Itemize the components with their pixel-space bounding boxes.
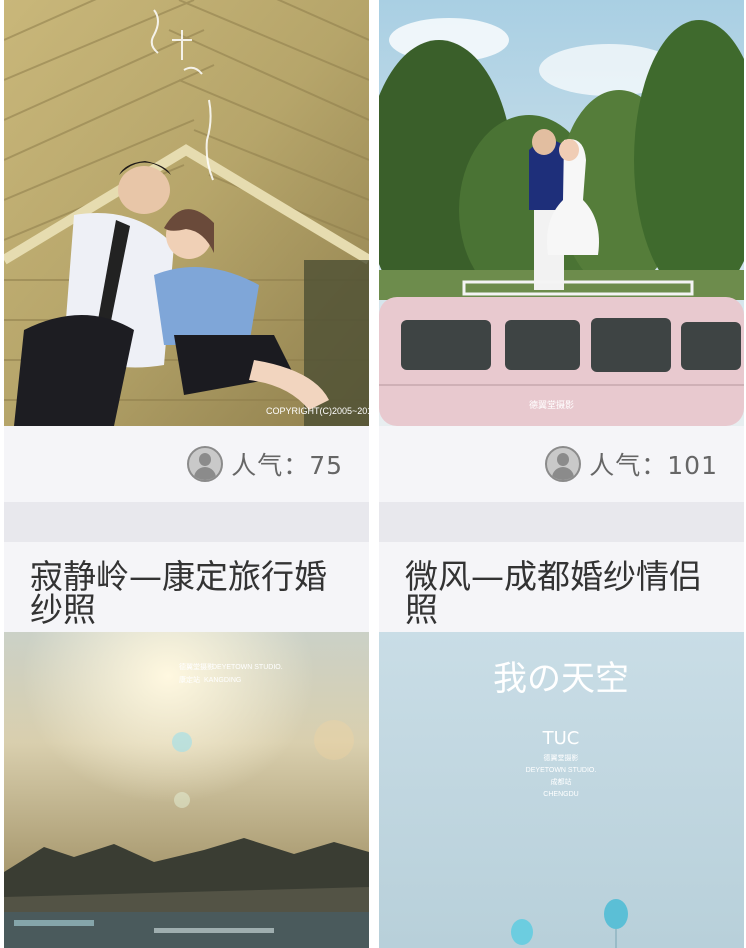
album-stats: 人气：75 (4, 426, 369, 502)
copyright-text: COPYRIGHT(C)2005~2019 (266, 406, 369, 416)
album-column-left: COPYRIGHT(C)2005~2019 人气：75 寂静岭—康定旅行婚纱照 (4, 0, 369, 948)
couple-on-roof-image: COPYRIGHT(C)2005~2019 (4, 0, 369, 426)
album-title-area[interactable]: 微风—成都婚纱情侣照 (379, 542, 744, 632)
popularity-row: 人气：75 (187, 446, 343, 482)
studio-name-en: DEYETOWN STUDIO. (212, 664, 283, 671)
album-grid: COPYRIGHT(C)2005~2019 人气：75 寂静岭—康定旅行婚纱照 (0, 0, 746, 948)
location-en: CHENGDU (543, 791, 578, 798)
album-cover-photo[interactable]: 德翼堂摄影 (379, 0, 744, 426)
location-en: KANGDING (204, 677, 241, 684)
location-cn: 成都站 (551, 777, 572, 786)
album-stats: 人气：101 (379, 426, 744, 502)
album-title[interactable]: 微风—成都婚纱情侣照 (405, 560, 725, 626)
album-cover-photo[interactable]: 我の天空 TUC 德翼堂摄影 DEYETOWN STUDIO. 成都站 CHEN… (379, 632, 744, 948)
card-divider (379, 502, 744, 542)
user-avatar-icon (187, 446, 224, 482)
photo-caption: 德翼堂摄影 (529, 399, 574, 410)
studio-name-en: DEYETOWN STUDIO. (526, 767, 597, 774)
couple-on-van-image: 德翼堂摄影 (379, 0, 744, 426)
card-divider (4, 502, 369, 542)
user-avatar-icon (545, 446, 582, 482)
mountain-lake-image: 德翼堂摄影 DEYETOWN STUDIO. 康定站 KANGDING (4, 632, 369, 948)
sky-balloons-image: 我の天空 TUC 德翼堂摄影 DEYETOWN STUDIO. 成都站 CHEN… (379, 632, 744, 948)
album-cover-photo[interactable]: 德翼堂摄影 DEYETOWN STUDIO. 康定站 KANGDING (4, 632, 369, 948)
album-title[interactable]: 寂静岭—康定旅行婚纱照 (30, 560, 350, 626)
popularity-count: 人气：75 (231, 451, 343, 480)
studio-name-cn: 德翼堂摄影 (544, 753, 579, 762)
album-title-area[interactable]: 寂静岭—康定旅行婚纱照 (4, 542, 369, 632)
album-column-right: 德翼堂摄影 人气：101 微风—成都婚纱情侣照 我の天空 TUC 德翼堂摄影 D… (379, 0, 744, 948)
popularity-row: 人气：101 (545, 446, 718, 482)
photo-mark: TUC (542, 728, 580, 749)
photo-headline: 我の天空 (493, 659, 629, 699)
album-cover-photo[interactable]: COPYRIGHT(C)2005~2019 (4, 0, 369, 426)
studio-name-cn: 德翼堂摄影 (179, 662, 214, 671)
location-cn: 康定站 (179, 675, 200, 684)
popularity-count: 人气：101 (589, 451, 718, 480)
